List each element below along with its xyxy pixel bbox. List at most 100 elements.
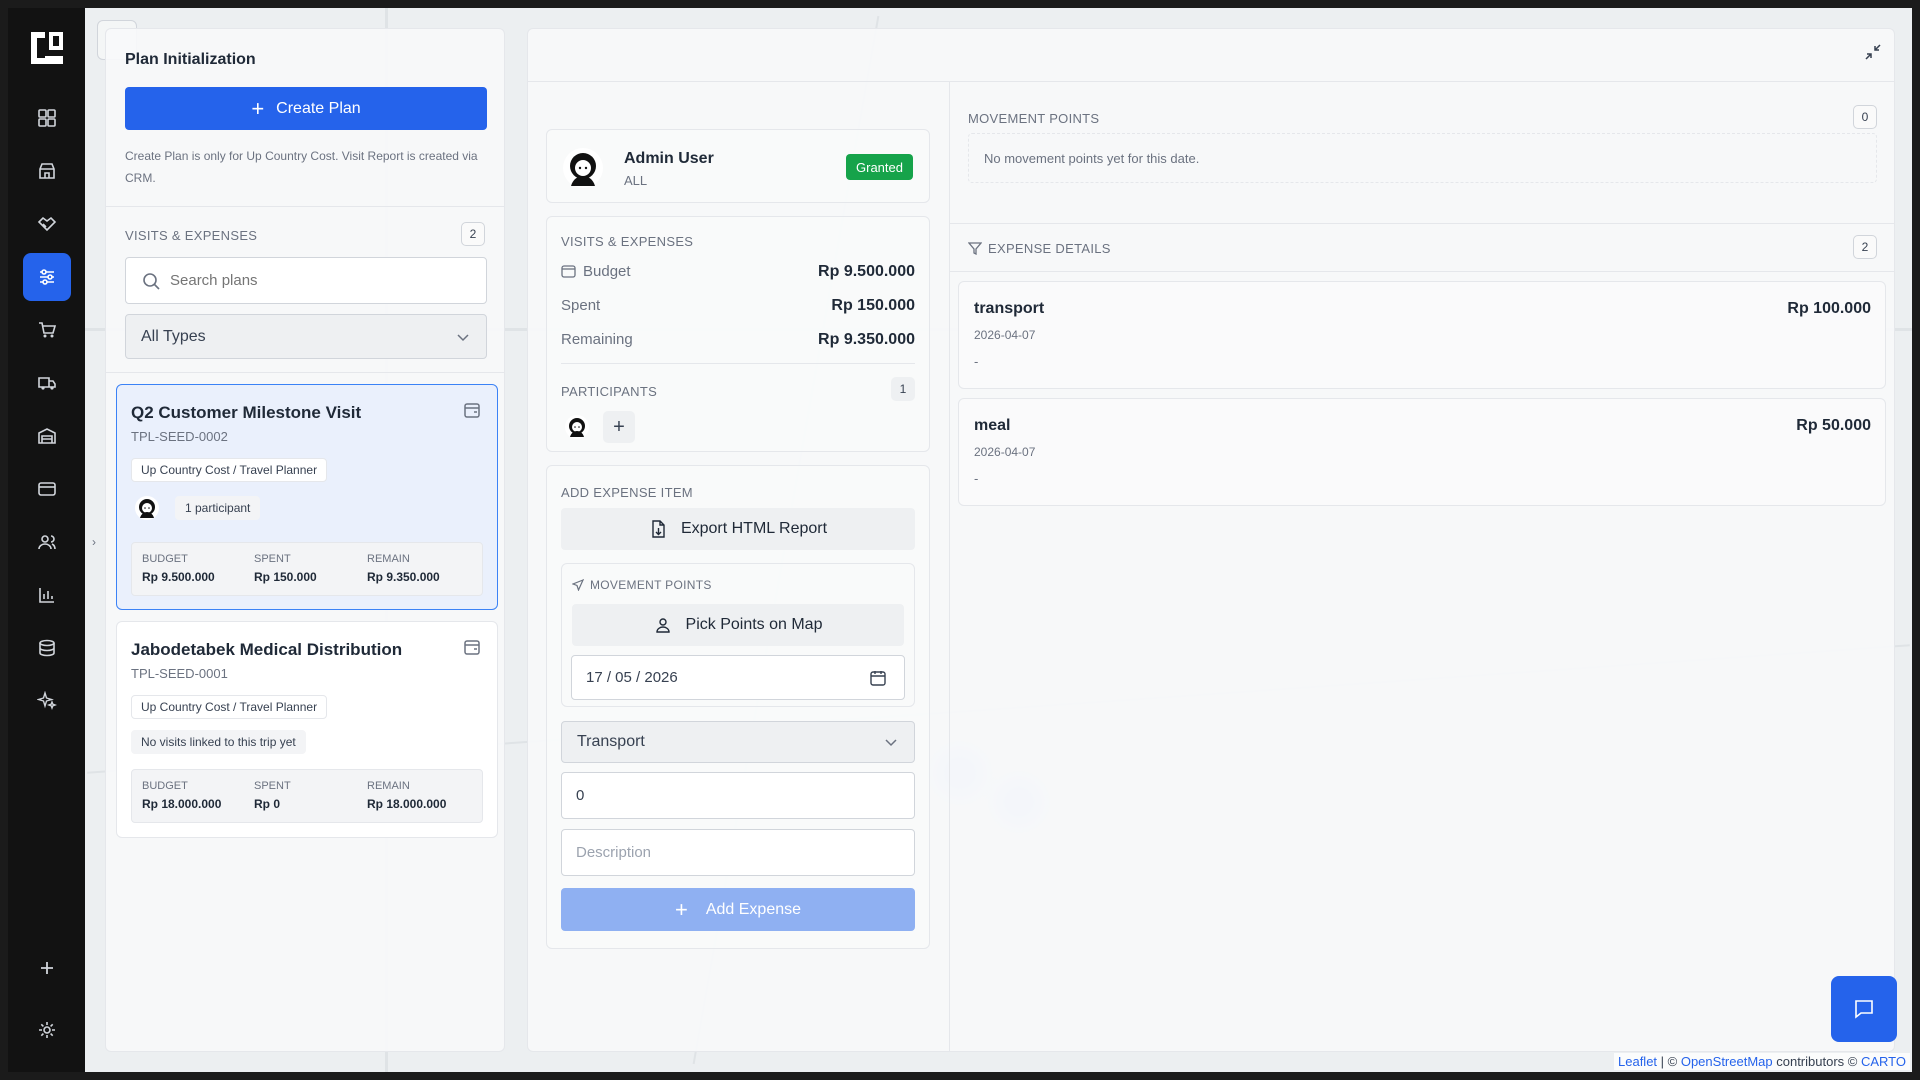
plan-card[interactable]: Jabodetabek Medical Distribution TPL-SEE… [116, 621, 498, 838]
budget-label: Budget [583, 263, 631, 280]
plan-detail-panel: Admin User ALL Granted VISITS & EXPENSES… [527, 28, 1895, 1052]
calendar-icon[interactable] [870, 670, 886, 686]
budget-value: Rp 9.500.000 [818, 263, 915, 280]
user-role: ALL [624, 173, 648, 188]
nav-store-icon[interactable] [23, 147, 71, 195]
plan-stats: BUDGET Rp 9.500.000 SPENT Rp 150.000 REM… [131, 542, 483, 596]
user-avatar [563, 148, 603, 188]
budget-label: BUDGET [142, 553, 188, 565]
budget-value: Rp 9.500.000 [142, 570, 215, 584]
settings-gear-icon[interactable] [23, 1006, 71, 1054]
minimize-icon[interactable] [1864, 43, 1882, 61]
map-pin-user-icon [655, 618, 670, 633]
create-plan-label: Create Plan [276, 99, 361, 117]
plus-icon: + [251, 95, 265, 121]
attribution-sep: | © [1657, 1054, 1681, 1069]
panel-title: Plan Initialization [125, 51, 256, 68]
expense-amount: Rp 50.000 [1796, 417, 1871, 434]
plan-card[interactable]: Q2 Customer Milestone Visit TPL-SEED-000… [116, 384, 498, 610]
nav-handshake-icon[interactable] [23, 200, 71, 248]
nav-dashboard-icon[interactable] [23, 94, 71, 142]
expense-count: 2 [1853, 235, 1877, 259]
plan-code: TPL-SEED-0002 [131, 429, 228, 444]
wallet-icon [561, 265, 576, 278]
add-icon[interactable] [23, 944, 71, 992]
expense-date: 2026-04-07 [974, 445, 1036, 459]
nav-credit-card-icon[interactable] [23, 465, 71, 513]
budget-value: Rp 18.000.000 [142, 797, 222, 811]
participants-label: PARTICIPANTS [561, 384, 658, 399]
nav-route-settings-icon[interactable] [22, 253, 71, 301]
expense-type-select[interactable]: Transport [561, 721, 915, 763]
budget-label: BUDGET [142, 780, 188, 792]
plan-name: Q2 Customer Milestone Visit [131, 403, 362, 422]
type-filter-select[interactable]: All Types [125, 314, 487, 359]
app-logo-icon[interactable] [27, 28, 67, 68]
divider [950, 223, 1894, 224]
filter-icon [968, 242, 982, 255]
nav-database-icon[interactable] [23, 624, 71, 672]
detail-column: Admin User ALL Granted VISITS & EXPENSES… [528, 81, 948, 1051]
navigation-arrow-icon [572, 579, 584, 591]
participant-avatar [135, 496, 159, 520]
remain-value: Rp 9.350.000 [367, 570, 440, 584]
movement-empty-text: No movement points yet for this date. [984, 151, 1200, 166]
nav-sparkle-icon[interactable] [23, 677, 71, 725]
expense-details-label: EXPENSE DETAILS [988, 241, 1111, 256]
movement-points-label: MOVEMENT POINTS [590, 578, 712, 592]
summary-column: MOVEMENT POINTS 0 No movement points yet… [949, 81, 1894, 1051]
spent-label: SPENT [254, 780, 291, 792]
plan-stats: BUDGET Rp 18.000.000 SPENT Rp 0 REMAIN R… [131, 769, 483, 823]
osm-link[interactable]: OpenStreetMap [1681, 1054, 1773, 1069]
leaflet-link[interactable]: Leaflet [1618, 1054, 1657, 1069]
movement-count: 0 [1853, 105, 1877, 129]
chevron-right-icon[interactable]: › [92, 535, 96, 549]
expense-item[interactable]: meal 2026-04-07 - Rp 50.000 [958, 398, 1886, 506]
add-expense-label: ADD EXPENSE ITEM [561, 485, 693, 500]
amount-input[interactable]: 0 [561, 772, 915, 819]
search-input[interactable] [170, 272, 470, 289]
expense-item[interactable]: transport 2026-04-07 - Rp 100.000 [958, 281, 1886, 389]
remain-label: REMAIN [367, 553, 410, 565]
remaining-value: Rp 9.350.000 [818, 331, 915, 348]
expense-type: meal [974, 417, 1011, 434]
add-expense-button[interactable]: + Add Expense [561, 888, 915, 931]
expense-type-value: Transport [577, 733, 645, 750]
remain-label: REMAIN [367, 780, 410, 792]
participant-avatar [565, 415, 589, 439]
create-plan-note: Create Plan is only for Up Country Cost.… [125, 149, 478, 185]
export-report-button[interactable]: Export HTML Report [561, 508, 915, 550]
divider [106, 372, 504, 373]
participants-chip: 1 participant [175, 496, 261, 520]
date-input[interactable]: 17 / 05 / 2026 [571, 655, 905, 700]
expense-note: - [974, 354, 979, 369]
chevron-down-icon [457, 333, 469, 341]
nav-bar-chart-icon[interactable] [23, 571, 71, 619]
plan-type-tag: Up Country Cost / Travel Planner [131, 458, 328, 482]
search-icon [143, 273, 160, 290]
nav-cart-icon[interactable] [23, 306, 71, 354]
carto-link[interactable]: CARTO [1861, 1054, 1906, 1069]
app-screen: › Plan Initialization + Create Plan Crea… [0, 0, 1920, 1080]
description-input[interactable]: Description [561, 829, 915, 876]
summary-card: VISITS & EXPENSES Budget Rp 9.500.000 Sp… [546, 216, 930, 452]
add-participant-button[interactable]: + [603, 411, 635, 443]
calendar-icon[interactable] [463, 638, 481, 656]
add-expense-label: Add Expense [705, 900, 802, 918]
map-attribution: Leaflet | © OpenStreetMap contributors ©… [1614, 1053, 1910, 1070]
nav-truck-icon[interactable] [23, 359, 71, 407]
create-plan-button[interactable]: + Create Plan [125, 87, 487, 130]
nav-users-icon[interactable] [23, 518, 71, 566]
expense-type: transport [974, 300, 1045, 317]
pick-points-button[interactable]: Pick Points on Map [572, 604, 904, 646]
chat-icon [1855, 1000, 1873, 1019]
participants-count: 1 [891, 377, 915, 401]
calendar-icon[interactable] [463, 401, 481, 419]
section-label: VISITS & EXPENSES [125, 228, 258, 243]
attribution-contrib: contributors © [1772, 1054, 1861, 1069]
date-value: 17 / 05 / 2026 [586, 669, 678, 686]
nav-warehouse-icon[interactable] [23, 412, 71, 460]
spent-value: Rp 150.000 [254, 570, 317, 584]
chat-button[interactable] [1831, 976, 1897, 1042]
search-plans-field[interactable] [125, 257, 487, 304]
